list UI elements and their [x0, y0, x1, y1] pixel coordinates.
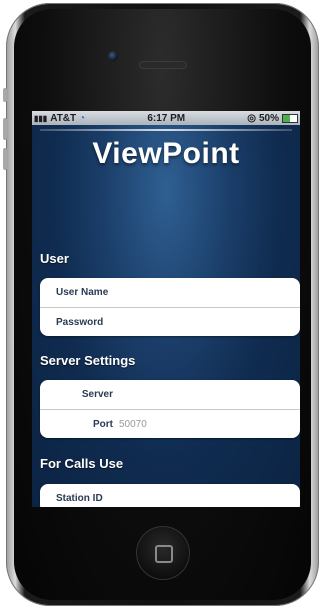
front-camera-icon [108, 51, 118, 61]
earpiece-speaker [140, 62, 186, 68]
user-name-field[interactable]: User Name [40, 278, 300, 307]
carrier-label: AT&T [50, 112, 77, 124]
battery-percent-label: 50% [258, 112, 279, 124]
signal-icon: ▮▮▮ [34, 113, 48, 123]
port-input[interactable]: 50070 [119, 419, 147, 430]
app-title: ViewPoint [92, 137, 240, 170]
section-label-user: User [40, 251, 69, 266]
port-field[interactable]: Port 50070 [40, 409, 300, 438]
section-label-calls: For Calls Use [40, 456, 124, 471]
volume-up-button [3, 118, 7, 140]
home-square-icon [155, 545, 173, 563]
port-label: Port [93, 418, 113, 430]
user-name-label: User Name [56, 287, 109, 298]
header-divider [40, 129, 292, 131]
password-label: Password [56, 316, 104, 328]
wifi-icon: ◔ [79, 112, 86, 124]
password-field[interactable]: Password [40, 307, 300, 336]
server-field[interactable]: Server [40, 380, 300, 409]
server-fields-group: Server Port 50070 [40, 380, 300, 438]
app-screen: ▮▮▮ AT&T ◔ 6:17 PM ◎ 50% ViewPoint User … [32, 111, 300, 507]
volume-down-button [3, 148, 7, 170]
mute-switch [3, 88, 7, 102]
calls-fields-group: Station ID [40, 484, 300, 507]
station-id-label: Station ID [56, 493, 103, 504]
lock-rotation-icon: ◎ [247, 112, 256, 124]
station-id-field[interactable]: Station ID [40, 484, 300, 507]
home-button[interactable] [136, 526, 190, 580]
server-label: Server [81, 389, 113, 400]
status-bar: ▮▮▮ AT&T ◔ 6:17 PM ◎ 50% [32, 111, 300, 125]
battery-icon [281, 113, 298, 123]
user-fields-group: User Name Password [40, 278, 300, 336]
section-label-server: Server Settings [40, 353, 136, 368]
clock-label: 6:17 PM [147, 112, 186, 124]
